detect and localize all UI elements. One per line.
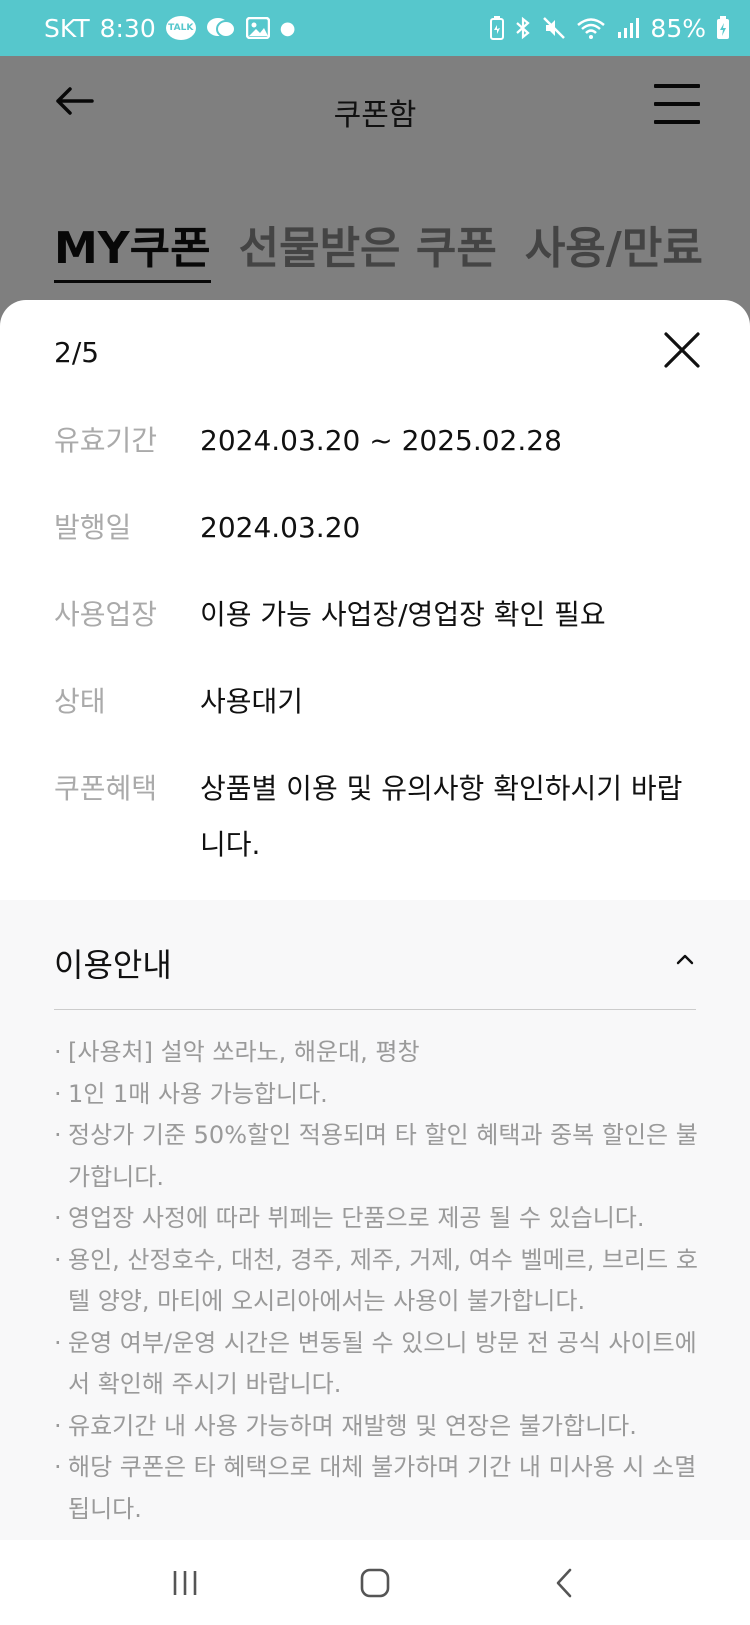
close-button[interactable] [662,330,702,370]
list-item: 운영 여부/운영 시간은 변동될 수 있으니 방문 전 공식 사이트에서 확인해… [54,1323,704,1406]
usage-guide-title: 이용안내 [54,946,172,984]
wifi-icon [576,16,606,40]
info-row-status: 상태 사용대기 [54,681,704,730]
coupon-info-list: 유효기간 2024.03.20 ~ 2025.02.28 발행일 2024.03… [54,420,704,911]
list-item: 유효기간 내 사용 가능하며 재발행 및 연장은 불가합니다. [54,1406,704,1448]
usage-guide-header[interactable]: 이용안내 [54,940,696,1010]
list-item: [사용처] 설악 쏘라노, 해운대, 평창 [54,1032,704,1074]
info-label: 쿠폰혜택 [54,772,158,805]
notification-dot-icon: ● [279,17,296,39]
bluetooth-icon [514,16,532,40]
info-row-benefit: 쿠폰혜택 상품별 이용 및 유의사항 확인하시기 바랍니다. [54,768,704,873]
battery-percent: 85% [650,13,706,43]
info-label: 유효기간 [54,424,158,457]
status-right: 85% [490,14,730,43]
list-item: 용인, 산정호수, 대천, 경주, 제주, 거제, 여수 벨메르, 브리드 호텔… [54,1240,704,1323]
info-value: 2024.03.20 [200,511,361,544]
close-icon [664,332,700,368]
status-bar: SKT 8:30 TALK ● 85% [0,0,750,56]
info-value: 상품별 이용 및 유의사항 확인하시기 바랍니다. [200,772,683,861]
battery-charging-icon [716,16,730,40]
chevron-left-icon [556,1568,572,1597]
clock: 8:30 [99,13,156,43]
list-item: 1인 1매 사용 가능합니다. [54,1074,704,1116]
recent-apps-button[interactable] [155,1558,215,1608]
recent-apps-icon [173,1570,197,1595]
list-item: 정상가 기준 50%할인 적용되며 타 할인 혜택과 중복 할인은 불가합니다. [54,1115,704,1198]
coupon-detail-sheet: 2/5 유효기간 2024.03.20 ~ 2025.02.28 발행일 202… [0,300,750,1540]
info-row-venue: 사용업장 이용 가능 사업장/영업장 확인 필요 [54,594,704,643]
kakaotalk-icon: TALK [165,16,196,40]
signal-icon [616,16,640,40]
status-left: SKT 8:30 TALK ● [44,14,295,43]
mute-icon [542,16,566,40]
info-label: 발행일 [54,511,132,544]
carrier-label: SKT [44,13,90,43]
info-row-issue-date: 발행일 2024.03.20 [54,507,704,556]
chevron-up-icon[interactable] [674,948,696,970]
talk-label: TALK [165,16,196,40]
info-label: 상태 [54,685,106,718]
home-button[interactable] [345,1558,405,1608]
chat-bubbles-icon [206,16,236,40]
usage-guide-list: [사용처] 설악 쏘라노, 해운대, 평창 1인 1매 사용 가능합니다. 정상… [54,1032,704,1530]
home-icon [360,1568,390,1597]
info-value: 사용대기 [200,685,304,718]
info-row-validity: 유효기간 2024.03.20 ~ 2025.02.28 [54,420,704,469]
system-nav-bar [0,1540,750,1625]
battery-saver-icon [490,16,505,40]
list-item: 해당 쿠폰은 타 혜택으로 대체 불가하며 기간 내 미사용 시 소멸됩니다. [54,1447,704,1530]
system-back-button[interactable] [535,1558,595,1608]
info-value: 이용 가능 사업장/영업장 확인 필요 [200,598,606,631]
info-label: 사용업장 [54,598,158,631]
list-item: 영업장 사정에 따라 뷔페는 단품으로 제공 될 수 있습니다. [54,1198,704,1240]
coupon-pager: 2/5 [54,336,100,369]
gallery-icon [245,17,270,39]
usage-guide-section: 이용안내 [사용처] 설악 쏘라노, 해운대, 평창 1인 1매 사용 가능합니… [0,900,750,1540]
info-value: 2024.03.20 ~ 2025.02.28 [200,424,562,457]
